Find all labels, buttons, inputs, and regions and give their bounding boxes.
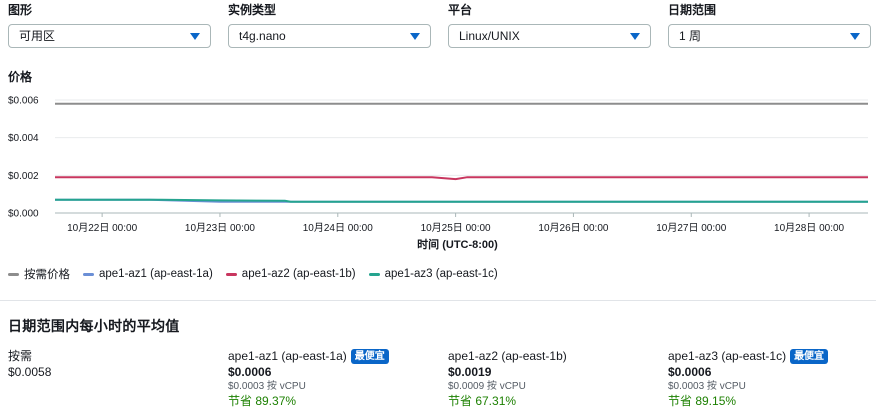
cheapest-badge: 最便宜 — [350, 348, 389, 364]
select-value: 1 周 — [679, 29, 702, 43]
legend-label: ape1-az1 (ap-east-1a) — [99, 268, 213, 280]
stat-vcpu-price: $0.0009 按 vCPU — [448, 381, 526, 392]
x-tick-label: 10月23日 00:00 — [185, 222, 255, 234]
stat-savings: 节省 89.15% — [668, 394, 737, 408]
stat-vcpu-price: $0.0003 按 vCPU — [668, 381, 746, 392]
stat-label: ape1-az1 (ap-east-1a) 最便宜 — [228, 348, 389, 364]
legend-swatch — [83, 272, 94, 276]
x-tick-label: 10月27日 00:00 — [656, 222, 726, 234]
stat-az2: ape1-az2 (ap-east-1b) $0.0019 $0.0009 按 … — [448, 348, 567, 409]
chart-legend: 按需价格 ape1-az1 (ap-east-1a) ape1-az2 (ap-… — [8, 265, 511, 283]
select-value: 可用区 — [19, 29, 56, 43]
legend-item-az3[interactable]: ape1-az3 (ap-east-1c) — [368, 265, 498, 283]
summary-title: 日期范围内每小时的平均值 — [8, 318, 180, 334]
legend-label: ape1-az3 (ap-east-1c) — [384, 268, 498, 280]
y-tick-label: $0.004 — [8, 133, 39, 144]
cheapest-badge: 最便宜 — [790, 348, 829, 364]
y-tick-label: $0.006 — [8, 96, 39, 107]
stat-label: ape1-az3 (ap-east-1c) 最便宜 — [668, 348, 829, 364]
legend-swatch — [225, 272, 237, 276]
stat-value: $0.0058 — [8, 365, 52, 379]
zone-name: ape1-az3 (ap-east-1c) — [668, 349, 787, 363]
zone-name: ape1-az1 (ap-east-1a) — [228, 349, 347, 363]
stat-savings: 节省 89.37% — [228, 394, 297, 408]
x-tick-label: 10月25日 00:00 — [421, 222, 491, 234]
filter-label: 日期范围 — [668, 3, 717, 17]
y-tick-label: $0.000 — [8, 209, 39, 220]
stat-az1: ape1-az1 (ap-east-1a) 最便宜 $0.0006 $0.000… — [228, 348, 389, 409]
select-value: Linux/UNIX — [459, 29, 520, 43]
date-range-select[interactable]: 1 周 — [668, 24, 871, 48]
stat-label: 按需 — [8, 349, 33, 363]
legend-label: ape1-az2 (ap-east-1b) — [241, 268, 356, 280]
stat-price: $0.0006 — [228, 365, 272, 379]
filter-label: 图形 — [8, 3, 33, 17]
x-tick-label: 10月24日 00:00 — [303, 222, 373, 234]
chevron-down-icon — [410, 33, 420, 40]
x-tick-label: 10月26日 00:00 — [538, 222, 608, 234]
series-line-az2 — [55, 176, 868, 181]
stat-az3: ape1-az3 (ap-east-1c) 最便宜 $0.0006 $0.000… — [668, 348, 829, 409]
stat-on-demand: 按需 $0.0058 — [8, 348, 51, 380]
x-tick-label: 10月22日 00:00 — [67, 222, 137, 234]
legend-item-on-demand[interactable]: 按需价格 — [8, 265, 70, 283]
zone-name: ape1-az2 (ap-east-1b) — [448, 349, 567, 363]
chevron-down-icon — [190, 33, 200, 40]
legend-swatch — [8, 272, 19, 276]
platform-select[interactable]: Linux/UNIX — [448, 24, 651, 48]
legend-item-az2[interactable]: ape1-az2 (ap-east-1b) — [225, 265, 356, 283]
stat-price: $0.0019 — [448, 365, 492, 379]
stat-vcpu-price: $0.0003 按 vCPU — [228, 381, 306, 392]
graph-select[interactable]: 可用区 — [8, 24, 211, 48]
select-value: t4g.nano — [239, 29, 286, 43]
chevron-down-icon — [630, 33, 640, 40]
stat-savings: 节省 67.31% — [448, 394, 517, 408]
legend-swatch — [368, 272, 380, 276]
chevron-down-icon — [850, 33, 860, 40]
x-axis-title: 时间 (UTC-8:00) — [417, 237, 498, 251]
x-tick-label: 10月28日 00:00 — [774, 222, 844, 234]
divider — [0, 300, 876, 301]
chart-title: 价格 — [8, 70, 33, 84]
legend-item-az1[interactable]: ape1-az1 (ap-east-1a) — [83, 265, 213, 283]
legend-label: 按需价格 — [24, 269, 70, 281]
filter-label: 实例类型 — [228, 3, 277, 17]
filter-label: 平台 — [448, 3, 473, 17]
price-chart: $0.000 $0.002 $0.004 $0.006 10月22日 00:00 10月2… — [8, 96, 868, 251]
instance-type-select[interactable]: t4g.nano — [228, 24, 431, 48]
stat-price: $0.0006 — [668, 365, 712, 379]
stat-label: ape1-az2 (ap-east-1b) — [448, 348, 567, 364]
y-tick-label: $0.002 — [8, 171, 39, 182]
